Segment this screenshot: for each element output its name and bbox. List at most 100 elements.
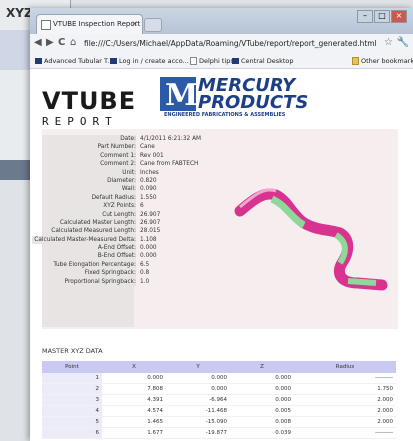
table-cell: 1.750 xyxy=(294,383,396,395)
table-row: 6 1.677 -19.877 0.039 --------- xyxy=(42,427,396,439)
page-content: VTUBE REPORT M MERCURY PRODUCTS ENGINEER… xyxy=(30,69,413,441)
report-field-label: Date: xyxy=(118,135,136,144)
report-field-row: Part Number: Cane xyxy=(42,143,208,152)
bookmark-icon xyxy=(110,58,117,64)
bookmark-star-icon[interactable]: ☆ xyxy=(384,37,393,48)
report-field-value: 1.0 xyxy=(140,278,150,285)
table-cell: 3 xyxy=(42,394,102,406)
report-field-row: Calculated Master-Measured Delta: 1.108 xyxy=(32,235,208,245)
table-cell: 0.005 xyxy=(230,405,294,417)
report-field-label: Tube Elongation Percentage: xyxy=(51,260,136,270)
report-field-label: Part Number: xyxy=(95,143,136,152)
table-row: 1 0.000 0.000 0.000 --------- xyxy=(42,373,396,384)
wrench-menu-icon[interactable]: 🔧 xyxy=(397,37,409,48)
report-field-label: Calculated Master-Measured Delta: xyxy=(32,235,136,245)
page-favicon-icon xyxy=(41,20,51,30)
report-field-row: XYZ Points: 6 xyxy=(42,202,208,211)
report-field-row: Unit: Inches xyxy=(42,168,208,177)
bookmarks-bar: Advanced Tubular T... Log in / create ac… xyxy=(30,54,413,69)
report-field-value: 6.5 xyxy=(140,261,150,268)
report-field-label: Comment 1: xyxy=(98,151,136,161)
report-field-row: Diameter: 0.820 xyxy=(42,176,208,186)
page-icon xyxy=(190,57,197,65)
vtube-logo: VTUBE xyxy=(42,87,136,115)
report-field-label: Fixed Springback: xyxy=(82,269,136,278)
table-row: 5 1.465 -15.090 0.008 2.000 xyxy=(42,416,396,428)
report-field-label: XYZ Points: xyxy=(101,202,136,211)
bookmark-label: Delphi tips xyxy=(199,57,234,65)
table-cell: 1.465 xyxy=(102,416,166,428)
report-field-value: Inches xyxy=(140,169,159,176)
report-field-row: Wall: 0.090 xyxy=(42,185,208,194)
report-field-row: Fixed Springback: 0.8 xyxy=(42,269,208,278)
report-field-value: 0.000 xyxy=(140,253,157,260)
report-field-value: 0.000 xyxy=(140,245,157,252)
table-cell: --------- xyxy=(294,373,396,384)
mercury-mark-icon: M xyxy=(160,77,199,113)
report-field-label: B-End Offset: xyxy=(95,252,136,261)
report-field-value: 1.550 xyxy=(140,194,157,201)
mercury-tagline: ENGINEERED FABRICATIONS & ASSEMBLIES xyxy=(164,112,286,118)
report-field-row: Tube Elongation Percentage: 6.5 xyxy=(42,260,208,270)
table-cell: 0.000 xyxy=(230,373,294,384)
bookmark-item[interactable]: Log in / create acco... xyxy=(110,57,189,65)
report-field-label: Calculated Master Length: xyxy=(57,218,136,228)
browser-window: VTUBE Inspection Report × – □ × ◀ ▶ C ⌂ fi… xyxy=(30,8,413,441)
bookmark-item[interactable]: Advanced Tubular T... xyxy=(35,57,113,65)
bookmark-item[interactable]: Delphi tips xyxy=(190,57,234,65)
report-fields: Date: 4/1/2011 6:21:32 AM Part Number: Cane… xyxy=(32,135,208,287)
bookmark-item[interactable]: Central Desktop xyxy=(232,57,294,65)
table-cell: -6.964 xyxy=(166,394,230,406)
vtube-logo-text: VTUBE xyxy=(42,87,137,115)
bookmark-icon xyxy=(35,58,42,64)
close-window-button[interactable]: × xyxy=(391,10,407,23)
table-cell: -15.090 xyxy=(166,416,230,428)
table-cell: 0.000 xyxy=(166,373,230,384)
maximize-button[interactable]: □ xyxy=(374,10,390,23)
report-field-label: Wall: xyxy=(119,185,136,194)
report-field-value: 26.907 xyxy=(140,211,161,218)
tab-close-icon[interactable]: × xyxy=(131,19,138,28)
table-cell: 2.000 xyxy=(294,416,396,428)
report-field-row: Cut Length: 26.907 xyxy=(42,210,208,219)
browser-tab[interactable]: VTUBE Inspection Report × xyxy=(36,14,143,35)
table-cell: 1 xyxy=(42,373,102,384)
window-controls: – □ × xyxy=(356,10,407,23)
tube-3d-render xyxy=(234,188,388,291)
table-cell: 0.000 xyxy=(102,373,166,384)
report-field-row: A-End Offset: 0.000 xyxy=(42,244,208,253)
reload-icon[interactable]: C xyxy=(58,37,65,48)
table-row: 2 7.808 0.000 0.000 1.750 xyxy=(42,383,396,395)
report-field-row: Comment 2: Cane from FABTECH xyxy=(42,160,208,169)
table-row: 3 4.391 -6.964 0.000 2.000 xyxy=(42,394,396,406)
address-bar[interactable]: file:///C:/Users/Michael/AppData/Roaming… xyxy=(84,37,380,50)
report-field-label: Proportional Springback: xyxy=(62,277,136,287)
table-row: 4 4.574 -11.468 0.005 2.000 xyxy=(42,405,396,417)
navigation-bar: ◀ ▶ C ⌂ file:///C:/Users/Michael/AppData… xyxy=(30,34,413,55)
table-cell: -11.468 xyxy=(166,405,230,417)
forward-arrow-icon[interactable]: ▶ xyxy=(46,37,54,48)
xyz-section-title: MASTER XYZ DATA xyxy=(42,347,103,355)
bookmark-label: Central Desktop xyxy=(241,57,294,65)
report-field-row: Default Radius: 1.550 xyxy=(42,193,208,203)
back-arrow-icon[interactable]: ◀ xyxy=(34,37,42,48)
report-field-label: Diameter: xyxy=(105,176,136,186)
report-field-value: 28.015 xyxy=(140,228,161,235)
report-field-row: Calculated Master Length: 26.907 xyxy=(42,218,208,228)
other-bookmarks[interactable]: Other bookmarks xyxy=(352,57,413,65)
vtube-report-text: REPORT xyxy=(42,115,118,128)
new-tab-button[interactable] xyxy=(144,18,162,32)
report-field-row: Proportional Springback: 1.0 xyxy=(42,277,208,287)
report-field-row: Date: 4/1/2011 6:21:32 AM xyxy=(42,135,208,144)
table-header-row: Point X Y Z Radius xyxy=(42,361,396,373)
column-header: Z xyxy=(230,361,294,373)
table-cell: 4.391 xyxy=(102,394,166,406)
table-cell: 7.808 xyxy=(102,383,166,395)
report-field-value: Cane xyxy=(140,144,155,151)
background-window-title: XYZ xyxy=(6,6,33,20)
table-cell: 2.000 xyxy=(294,394,396,406)
minimize-button[interactable]: – xyxy=(357,10,373,23)
mercury-mark-letter: M xyxy=(165,78,199,113)
report-field-value: 4/1/2011 6:21:32 AM xyxy=(140,136,202,142)
home-icon[interactable]: ⌂ xyxy=(70,37,76,48)
